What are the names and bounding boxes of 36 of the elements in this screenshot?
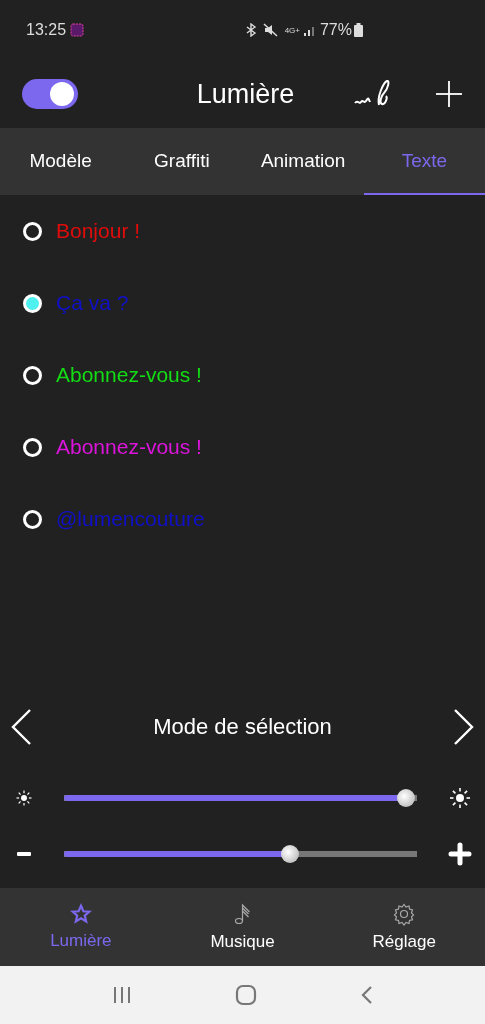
recent-apps-icon[interactable]	[111, 986, 132, 1004]
radio-button[interactable]	[23, 365, 42, 385]
mute-icon	[262, 23, 279, 37]
radio-button[interactable]	[23, 293, 42, 313]
previous-icon[interactable]	[10, 708, 34, 746]
network-type: 4G+	[284, 25, 300, 35]
clock: 13:25	[26, 21, 67, 39]
slider-thumb[interactable]	[280, 845, 299, 863]
bluetooth-icon	[244, 23, 257, 37]
radio-button[interactable]	[23, 437, 42, 457]
radio-button[interactable]	[23, 509, 42, 529]
tab[interactable]: Animation	[242, 128, 364, 195]
mode-label: Mode de sélection	[153, 714, 332, 740]
add-icon[interactable]	[435, 80, 463, 108]
home-icon[interactable]	[234, 984, 257, 1006]
power-toggle[interactable]	[22, 79, 78, 109]
tab[interactable]: Graffiti	[121, 128, 243, 195]
page-title: Lumière	[195, 78, 296, 110]
brightness-low-icon	[15, 789, 33, 807]
star-icon	[69, 903, 92, 925]
brightness-high-icon	[448, 786, 472, 810]
battery-icon	[354, 23, 363, 37]
minus-icon	[16, 851, 32, 857]
tab[interactable]: Modèle	[0, 128, 122, 195]
nav-item[interactable]: Musique	[161, 888, 324, 966]
plus-icon	[448, 842, 472, 866]
next-icon[interactable]	[451, 708, 475, 746]
text-item[interactable]: Abonnez-vous !	[56, 435, 202, 459]
settings-icon	[392, 902, 417, 926]
radio-button[interactable]	[23, 221, 42, 241]
text-item[interactable]: Abonnez-vous !	[56, 363, 202, 387]
nav-item[interactable]: Réglage	[323, 888, 485, 966]
battery-percent: 77%	[319, 21, 352, 39]
slider-thumb[interactable]	[397, 789, 416, 807]
app-notification-icon	[70, 23, 85, 37]
back-icon[interactable]	[359, 985, 374, 1005]
